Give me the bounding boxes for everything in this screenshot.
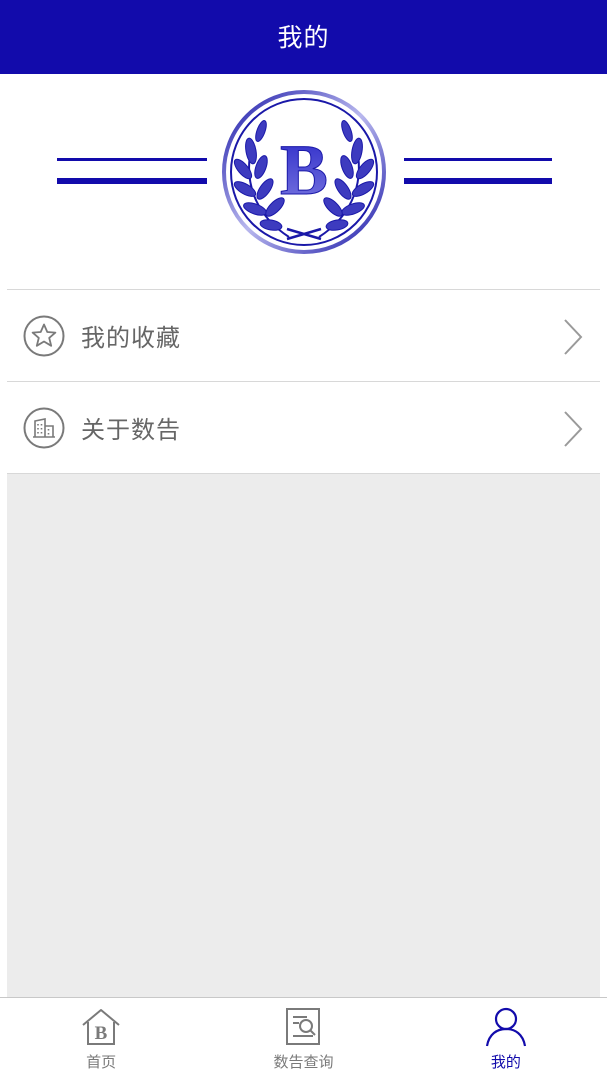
search-document-icon — [282, 1006, 324, 1048]
star-circle-icon — [23, 315, 65, 357]
left-decor-line — [57, 158, 207, 161]
left-decor-line-thick — [57, 178, 207, 184]
svg-text:B: B — [95, 1023, 108, 1044]
empty-content-area — [7, 474, 600, 998]
tab-home[interactable]: B 首页 — [0, 998, 202, 1080]
menu-item-label: 我的收藏 — [81, 324, 181, 352]
home-b-icon: B — [80, 1006, 122, 1048]
tab-search-reports[interactable]: 数告查询 — [202, 998, 404, 1080]
right-decor-line — [404, 158, 552, 161]
app-logo: B — [221, 89, 387, 255]
menu-item-favorites[interactable]: 我的收藏 — [7, 290, 600, 382]
profile-menu: 我的收藏 关于数告 — [7, 289, 600, 474]
menu-item-label: 关于数告 — [81, 416, 181, 444]
chevron-right-icon — [562, 318, 584, 356]
nav-bar: 我的 — [0, 0, 607, 74]
right-decor-line-thick — [404, 178, 552, 184]
user-icon — [485, 1006, 527, 1048]
bottom-tab-bar: B 首页 数告查询 我的 — [0, 997, 607, 1080]
logo-letter: B — [280, 130, 328, 210]
tab-label: 首页 — [86, 1053, 117, 1071]
tab-label: 我的 — [490, 1053, 521, 1071]
tab-label: 数告查询 — [273, 1053, 334, 1071]
tab-mine[interactable]: 我的 — [405, 998, 607, 1080]
page-title: 我的 — [277, 23, 330, 52]
menu-item-about[interactable]: 关于数告 — [7, 382, 600, 474]
building-circle-icon — [23, 407, 65, 449]
chevron-right-icon — [562, 410, 584, 448]
